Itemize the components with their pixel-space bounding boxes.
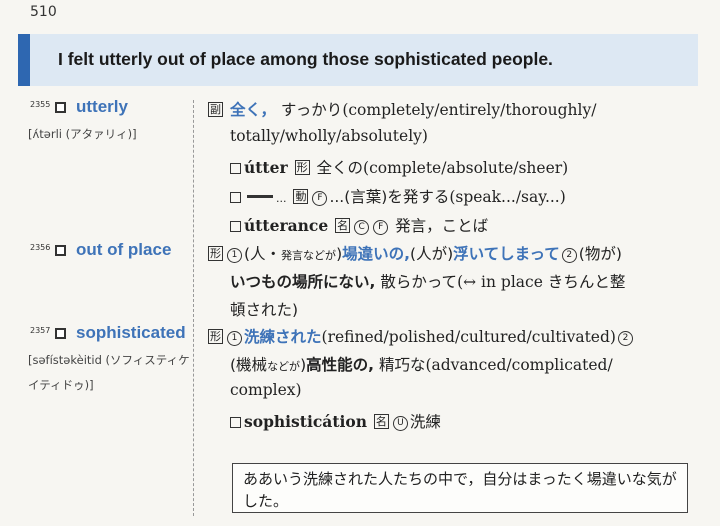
definition-line: 頓された) [230, 298, 298, 320]
derivative-word: sophisticátion [244, 412, 367, 431]
english-synonyms: (completely/entirely/thoroughly/ [342, 101, 597, 119]
headword: out of place [76, 240, 172, 259]
checkbox[interactable] [55, 102, 66, 113]
primary-definition: 洗練された [244, 328, 322, 346]
sense-number: 1 [227, 331, 242, 346]
primary-definition: 浮いてしまって [453, 245, 560, 263]
derivative-suffix: ... [276, 192, 287, 205]
derivative-meaning: 洗練 [409, 413, 441, 431]
english-synonyms: complex) [230, 381, 302, 399]
sense-number: 2 [561, 248, 577, 263]
english-synonyms: (speak.../say...) [449, 188, 566, 206]
context-note-small: 発言などが [281, 249, 337, 262]
derivative-line: útterance 名CF 発言，ことば [230, 214, 488, 236]
english-synonyms: (refined/polished/cultured/cultivated) [321, 328, 616, 346]
checkbox[interactable] [55, 328, 66, 339]
secondary-definition: 高性能の, [306, 356, 375, 374]
antonym: (↔ in place [457, 273, 543, 291]
entry-number: 2356 [30, 243, 51, 252]
english-synonyms: totally/wholly/absolutely) [230, 127, 428, 145]
pos-tag: 副 [208, 102, 223, 117]
example-sentence: I felt utterly out of place among those … [58, 49, 553, 69]
definition-line: (機械などが)高性能の, 精巧な(advanced/complicated/ [230, 356, 613, 374]
pos-tag: 形 [294, 160, 310, 175]
english-synonyms: (complete/absolute/sheer) [363, 159, 569, 177]
checkbox[interactable] [55, 245, 66, 256]
checkbox[interactable] [230, 192, 241, 203]
translation-box: ああいう洗練された人たちの中で，自分はまったく場違いな気がした。 [232, 463, 688, 513]
formality-mark: F [373, 220, 389, 235]
sense-number: 1 [227, 248, 242, 263]
derivative-meaning: ...(言葉)を発する [329, 188, 450, 206]
context-note: (物が) [578, 245, 622, 263]
secondary-definition: いつもの場所にない, [230, 273, 376, 291]
derivative-line: ... 動 F ...(言葉)を発する(speak.../say...) [230, 185, 566, 207]
english-synonyms: (advanced/complicated/ [425, 356, 613, 374]
definition-line: complex) [230, 381, 302, 399]
countable-mark: C [354, 220, 370, 235]
swung-dash [247, 195, 273, 198]
secondary-definition: 精巧な [378, 356, 426, 374]
definition-line: 形 1 洗練された(refined/polished/cultured/cultiv… [206, 325, 635, 347]
pos-tag: 形 [208, 329, 223, 344]
uncountable-mark: U [392, 416, 408, 431]
page-number: 510 [30, 4, 57, 20]
pronunciation: イティドゥ)] [28, 378, 94, 392]
checkbox[interactable] [230, 417, 241, 428]
definition-line: いつもの場所にない, 散らかって(↔ in place きちんと整 [230, 270, 625, 292]
pos-tag: 動 [293, 189, 309, 204]
formality-mark: F [312, 191, 328, 206]
derivative-word: útter [244, 158, 288, 177]
pos-tag: 形 [208, 246, 223, 261]
example-sentence-banner: I felt utterly out of place among those … [18, 34, 698, 86]
definition-line: 副 全く， すっかり(completely/entirely/thoroughl… [206, 98, 596, 120]
column-divider [193, 100, 194, 516]
pos-tag: 名 [373, 414, 389, 429]
derivative-meaning: 全くの [316, 159, 364, 177]
headword: sophisticated [76, 323, 186, 342]
primary-definition: 場違いの, [342, 245, 411, 263]
banner-accent-bar [18, 34, 30, 86]
entry-number: 2357 [30, 326, 51, 335]
pos-tag: 名 [335, 218, 351, 233]
derivative-word: útterance [244, 216, 329, 235]
checkbox[interactable] [230, 221, 241, 232]
secondary-definition: すっかり [280, 101, 343, 119]
context-note-small: などが [267, 360, 301, 373]
checkbox[interactable] [230, 163, 241, 174]
sense-number: 2 [617, 331, 633, 346]
derivative-line: sophisticátion 名 U 洗練 [230, 410, 441, 432]
definition-line: 形 1 (人・発言などが)場違いの,(人が)浮いてしまって 2 (物が) [208, 245, 622, 263]
entry-number: 2355 [30, 100, 51, 109]
pronunciation: [ʌ́tərli (アタァリィ)] [28, 127, 137, 141]
definition-line: totally/wholly/absolutely) [230, 127, 428, 145]
context-note: (人・ [244, 245, 282, 263]
context-note: (人が) [410, 245, 454, 263]
primary-definition: 全く， [229, 101, 276, 119]
derivative-meaning: 発言，ことば [395, 217, 489, 235]
derivative-line: útter 形 全くの(complete/absolute/sheer) [230, 156, 568, 178]
context-note: (機械 [230, 356, 268, 374]
pronunciation: [səfístəkèitid (ソフィスティケ [28, 353, 190, 367]
secondary-definition: 散らかって [380, 273, 458, 291]
antonym-meaning: きちんと整 [547, 273, 626, 291]
antonym-meaning: 頓された) [230, 301, 299, 319]
headword: utterly [76, 97, 128, 116]
